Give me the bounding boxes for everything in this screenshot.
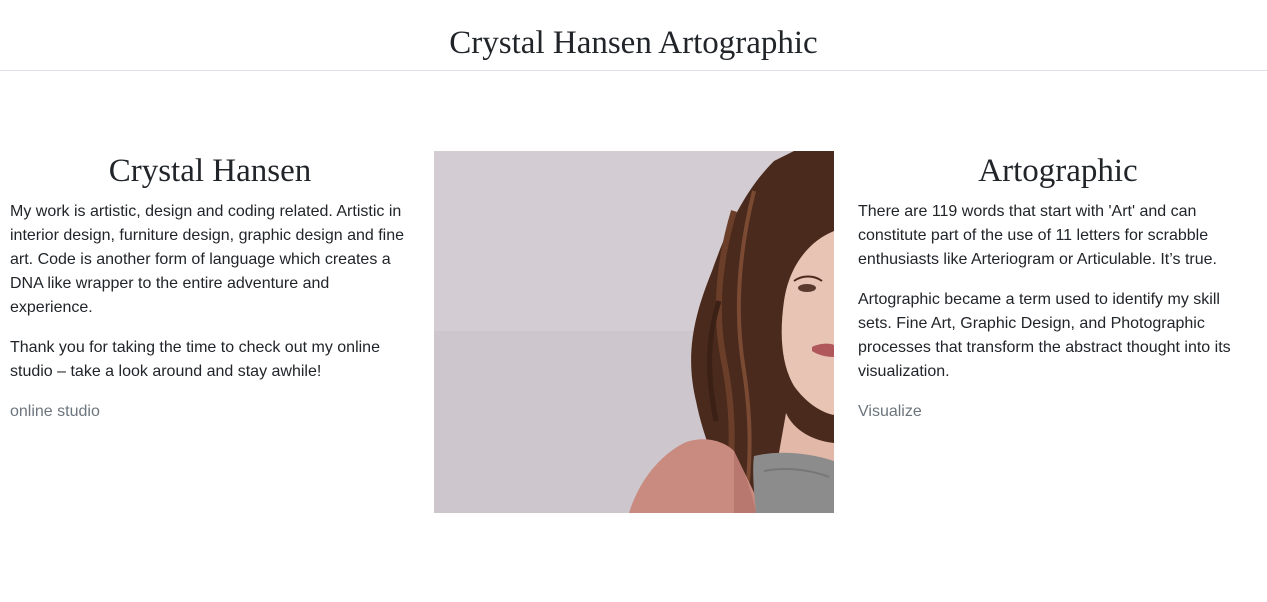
artographic-paragraph: There are 119 words that start with 'Art… [858,203,1217,268]
site-header: Crystal Hansen Artographic [0,0,1267,71]
about-paragraph: My work is artistic, design and coding r… [10,203,405,316]
about-column: Crystal Hansen My work is artistic, desi… [10,151,410,424]
artographic-paragraph: Artographic became a term used to identi… [858,291,1231,380]
online-studio-link[interactable]: online studio [10,400,100,424]
site-title: Crystal Hansen Artographic [449,25,818,61]
main-content: Crystal Hansen My work is artistic, desi… [0,71,1267,601]
about-heading: Crystal Hansen [108,153,312,189]
artographic-column: Artographic There are 119 words that sta… [858,151,1258,424]
visualize-link[interactable]: Visualize [858,400,922,424]
about-paragraph: Thank you for taking the time to check o… [10,339,380,380]
artographic-heading: Artographic [978,153,1138,189]
portrait-photo [434,151,834,513]
